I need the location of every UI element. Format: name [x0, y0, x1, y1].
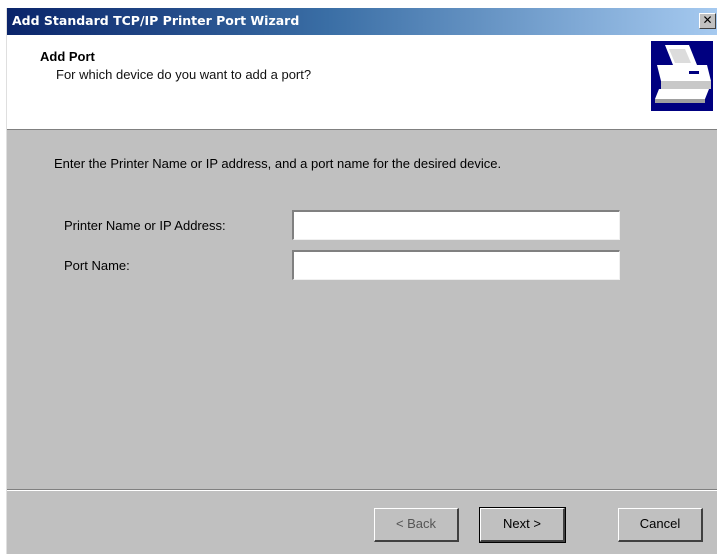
- instruction-text: Enter the Printer Name or IP address, an…: [54, 156, 502, 171]
- footer-divider: [7, 489, 717, 491]
- page-subtitle: For which device do you want to add a po…: [56, 67, 312, 82]
- cancel-button-label: Cancel: [639, 516, 681, 531]
- wizard-window: Add Standard TCP/IP Printer Port Wizard …: [6, 8, 717, 554]
- wizard-body: Enter the Printer Name or IP address, an…: [7, 130, 717, 490]
- title-bar[interactable]: Add Standard TCP/IP Printer Port Wizard …: [7, 8, 717, 35]
- printer-name-label: Printer Name or IP Address:: [64, 218, 226, 233]
- next-button[interactable]: Next >: [479, 507, 566, 543]
- page-title: Add Port: [40, 49, 95, 64]
- printer-icon: [651, 41, 713, 111]
- close-button[interactable]: ✕: [699, 13, 716, 29]
- back-button[interactable]: < Back: [374, 508, 459, 542]
- wizard-header: Add Port For which device do you want to…: [7, 35, 717, 130]
- port-name-label: Port Name:: [64, 258, 130, 273]
- back-button-label: < Back: [395, 516, 437, 531]
- window-title: Add Standard TCP/IP Printer Port Wizard: [12, 13, 300, 28]
- cancel-button[interactable]: Cancel: [618, 508, 703, 542]
- close-icon: ✕: [702, 13, 713, 27]
- next-button-label: Next >: [503, 516, 541, 531]
- printer-name-input[interactable]: [292, 210, 620, 240]
- port-name-input[interactable]: [292, 250, 620, 280]
